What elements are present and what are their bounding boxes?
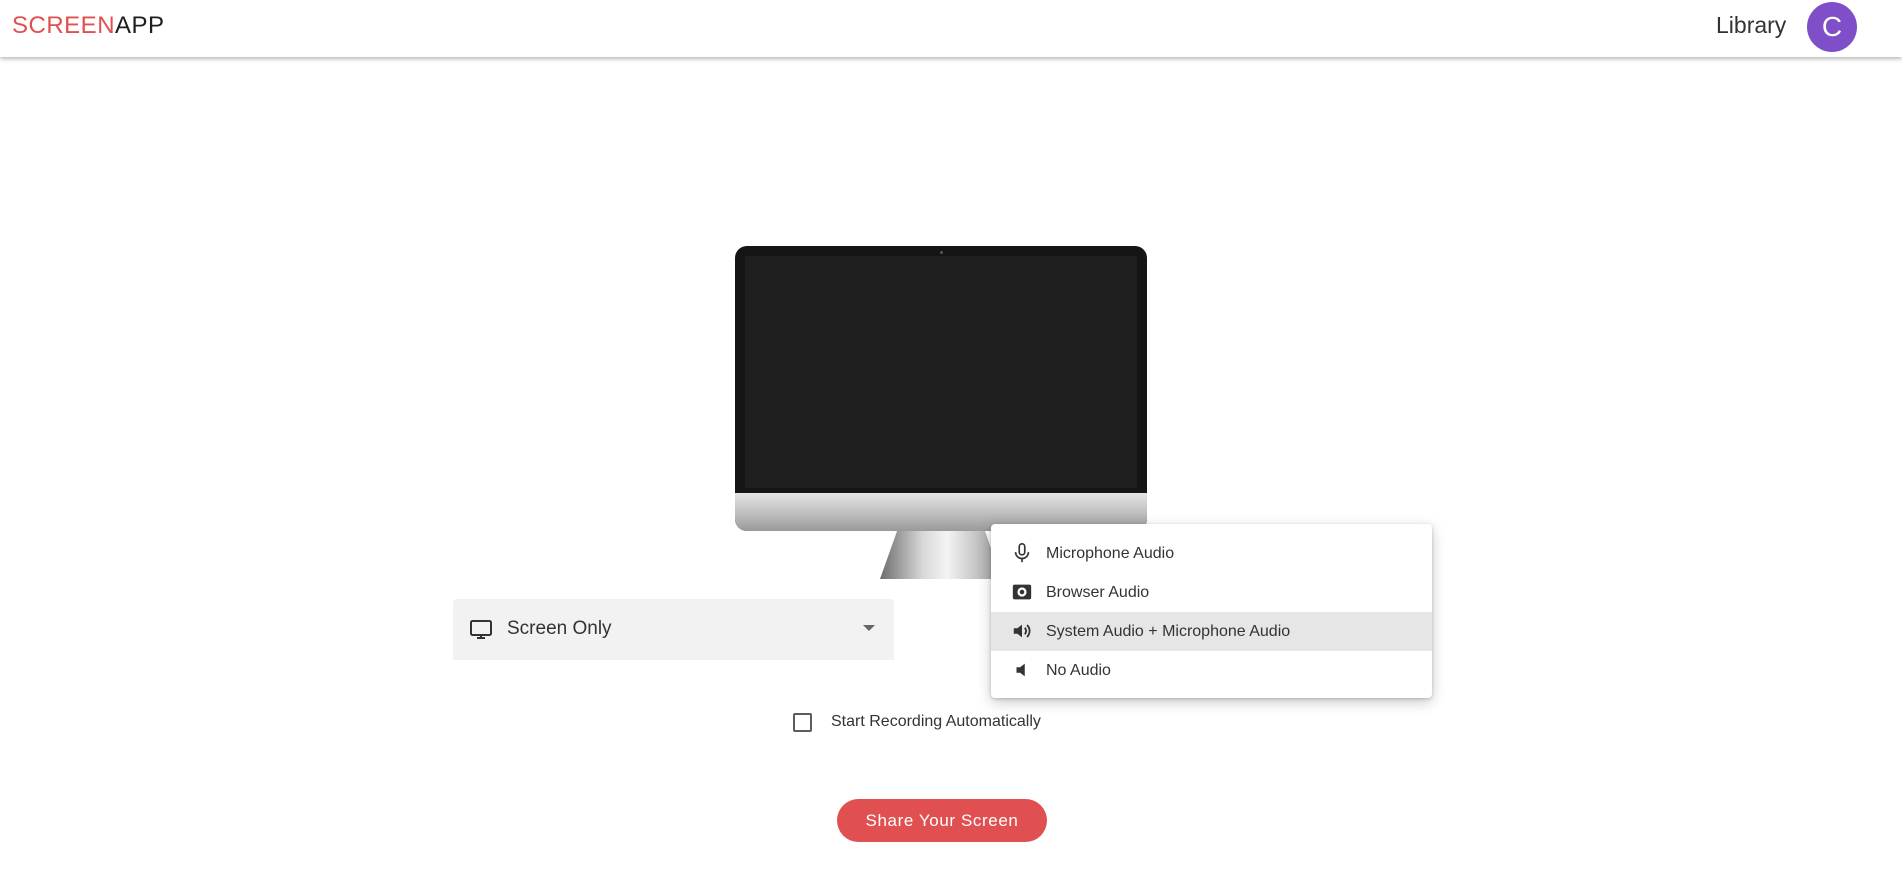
user-avatar[interactable]: C xyxy=(1807,2,1857,52)
monitor-screen xyxy=(745,256,1137,488)
menu-item-label: Browser Audio xyxy=(1046,583,1150,601)
screen-source-value: Screen Only xyxy=(507,618,612,639)
menu-item-system-microphone-audio[interactable]: System Audio + Microphone Audio xyxy=(991,612,1432,651)
auto-record-label[interactable]: Start Recording Automatically xyxy=(831,713,1041,731)
library-link[interactable]: Library xyxy=(1716,12,1786,39)
menu-item-no-audio[interactable]: No Audio xyxy=(991,651,1432,690)
browser-audio-icon xyxy=(1012,584,1032,600)
menu-item-label: System Audio + Microphone Audio xyxy=(1046,622,1291,640)
auto-record-checkbox[interactable] xyxy=(793,713,812,732)
menu-item-microphone-audio[interactable]: Microphone Audio xyxy=(991,534,1432,573)
chevron-down-icon xyxy=(863,625,875,631)
audio-source-menu: Microphone Audio Browser Audio System Au… xyxy=(991,524,1432,698)
menu-item-label: No Audio xyxy=(1046,661,1111,679)
top-app-bar: SCREENAPP Library C xyxy=(0,0,1902,57)
share-screen-button[interactable]: Share Your Screen xyxy=(837,799,1047,842)
logo-part-screen: SCREEN xyxy=(12,12,116,39)
monitor-camera xyxy=(940,251,943,254)
screen-source-select[interactable]: Screen Only xyxy=(453,599,894,660)
monitor-frame xyxy=(735,246,1147,531)
screenapp-logo[interactable]: SCREENAPP xyxy=(12,12,165,40)
menu-item-browser-audio[interactable]: Browser Audio xyxy=(991,573,1432,612)
menu-item-label: Microphone Audio xyxy=(1046,544,1175,562)
logo-part-app: APP xyxy=(115,12,165,39)
volume-up-icon xyxy=(1013,624,1031,638)
volume-mute-icon xyxy=(1016,663,1025,677)
monitor-stand xyxy=(880,531,1002,579)
microphone-icon xyxy=(1014,543,1030,563)
monitor-icon xyxy=(470,620,492,639)
